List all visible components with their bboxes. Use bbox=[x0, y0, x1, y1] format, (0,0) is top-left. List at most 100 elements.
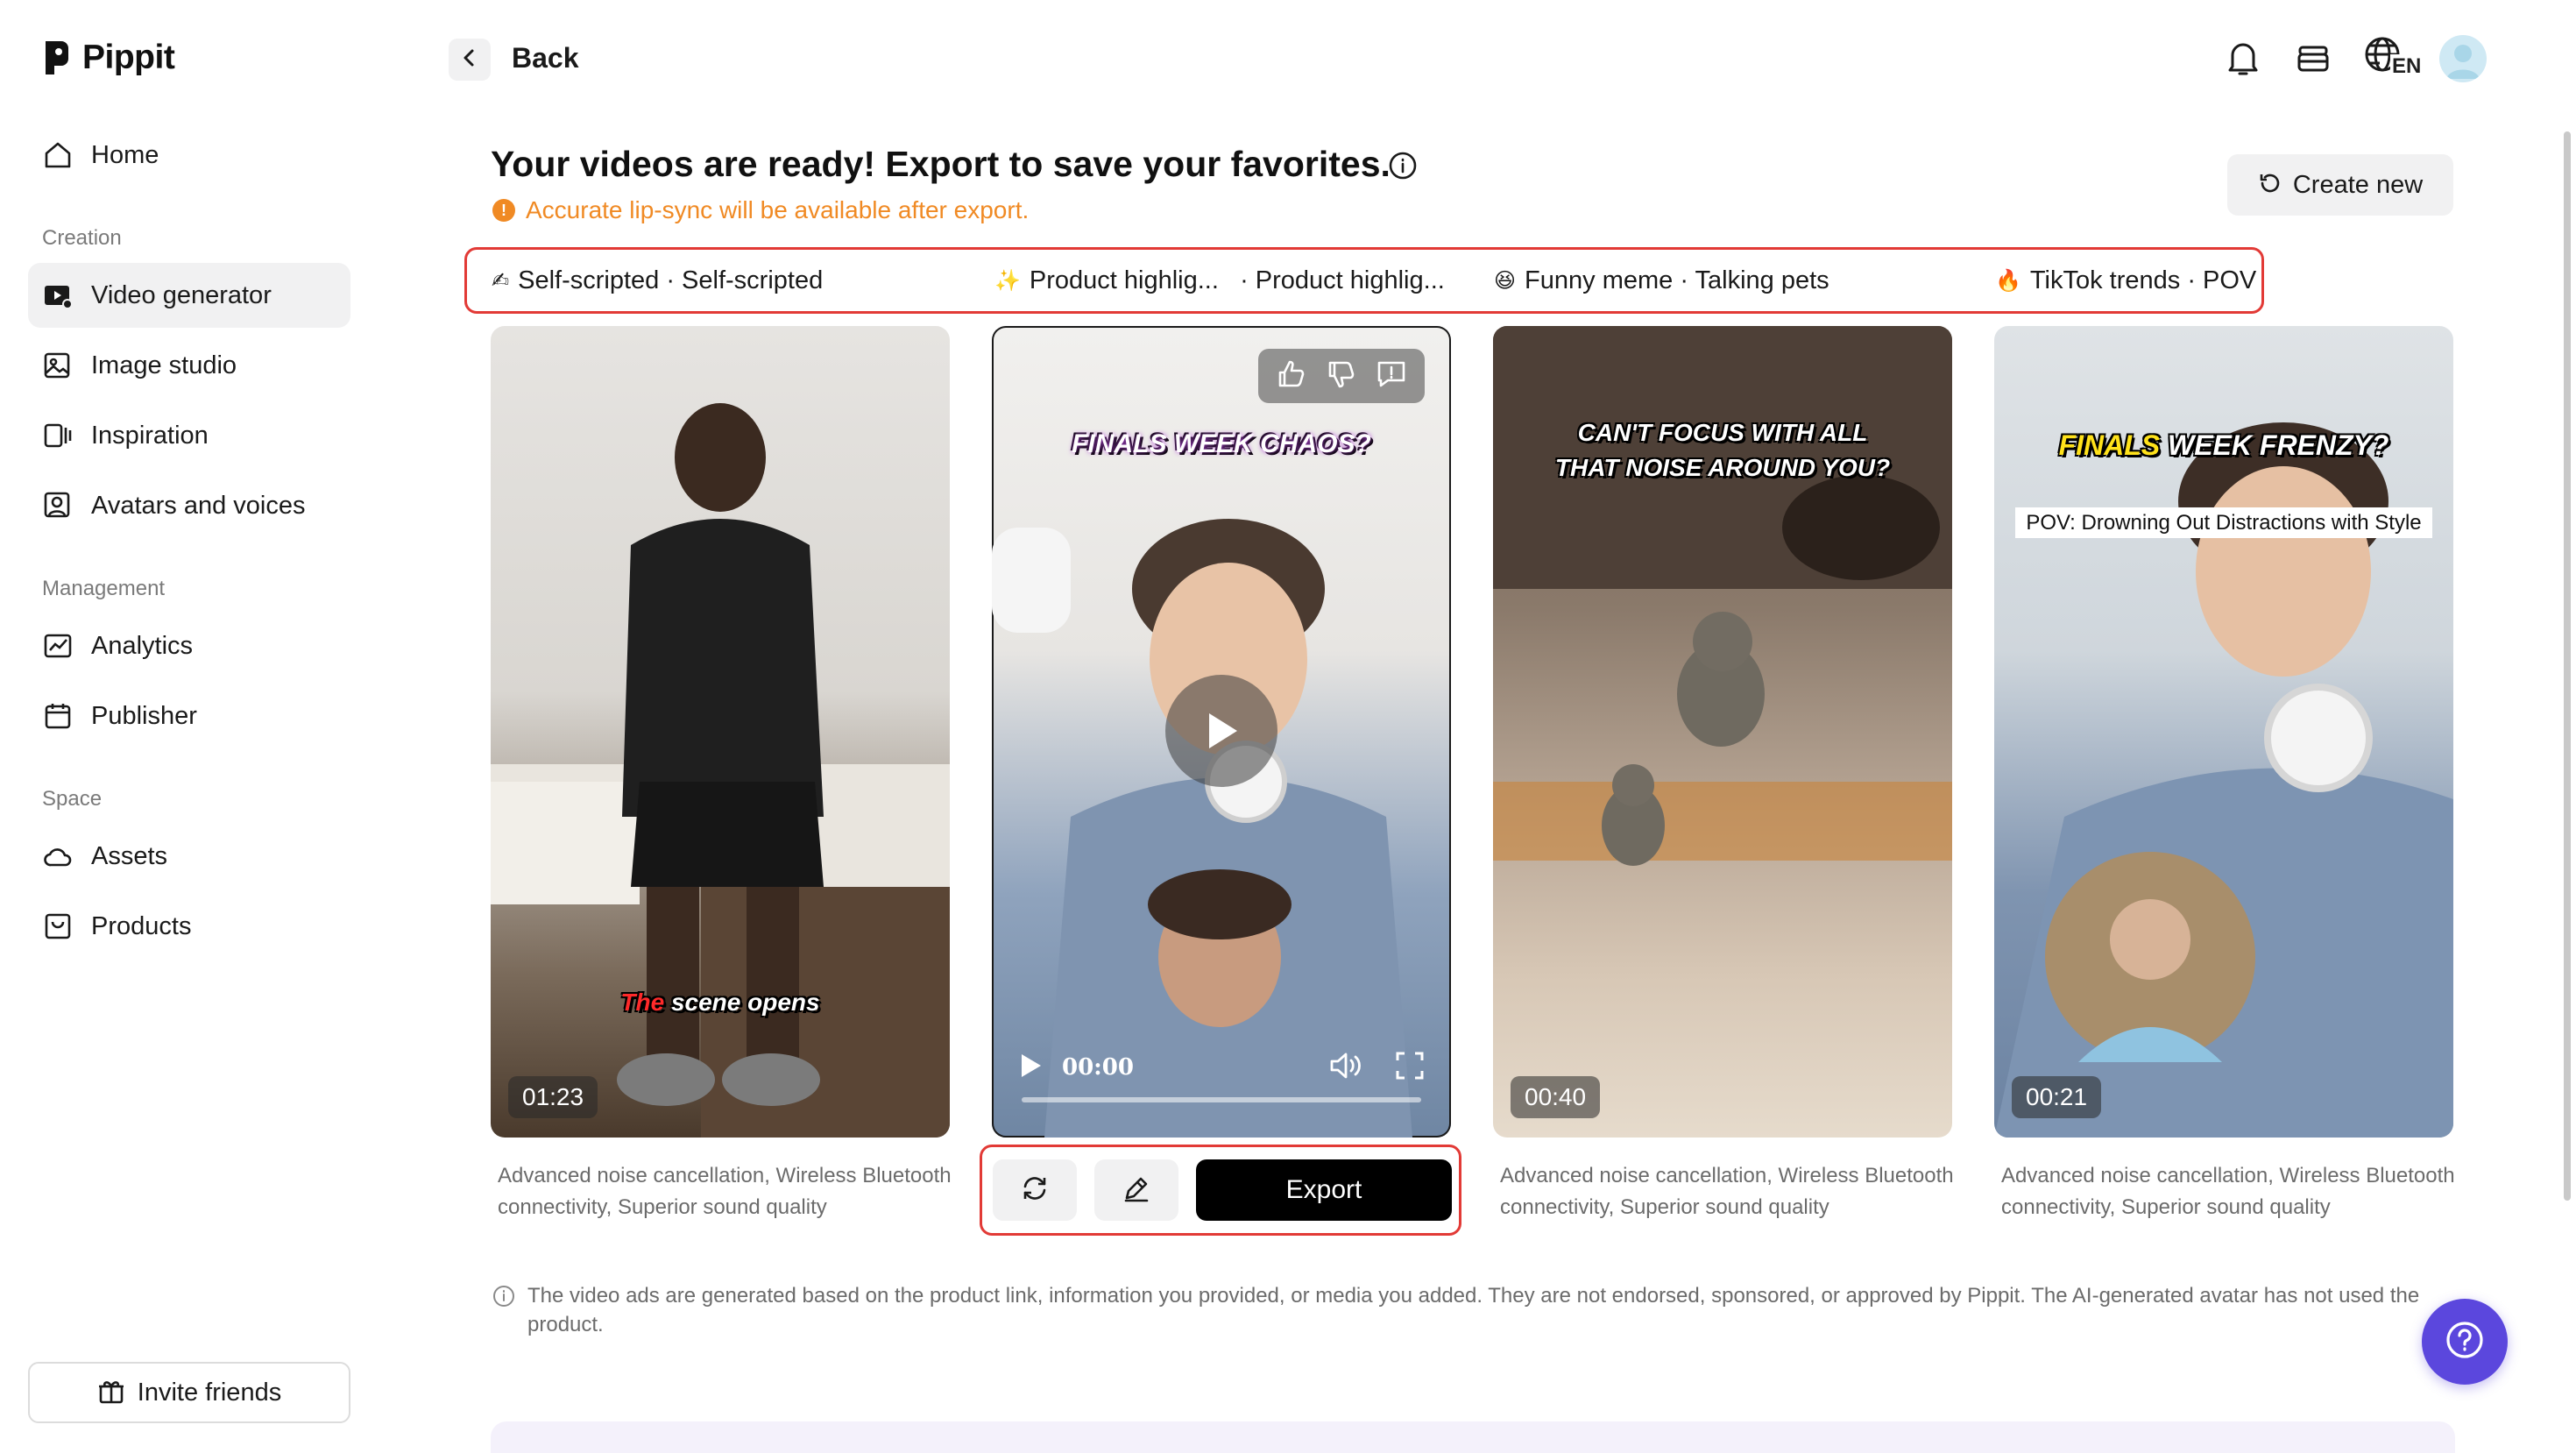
thumbs-down-icon[interactable] bbox=[1326, 358, 1357, 394]
tag-label: Self-scripted · Self-scripted bbox=[518, 266, 824, 294]
pov-subtitle: POV: Drowning Out Distractions with Styl… bbox=[2015, 507, 2432, 538]
info-icon bbox=[492, 1285, 515, 1339]
warning-icon: ! bbox=[492, 199, 515, 222]
video-caption: FINALS WEEK CHAOS? bbox=[1072, 429, 1371, 458]
video-card-3[interactable]: CAN'T FOCUS WITH ALL THAT NOISE AROUND Y… bbox=[1493, 326, 1952, 1138]
sidebar-item-label: Assets bbox=[91, 841, 168, 870]
gift-icon bbox=[97, 1377, 125, 1409]
sidebar-item-label: Inspiration bbox=[91, 421, 209, 450]
report-icon[interactable] bbox=[1376, 358, 1407, 394]
back-button[interactable] bbox=[449, 39, 491, 81]
sidebar-item-video-generator[interactable]: Video generator bbox=[28, 263, 350, 328]
app-name: Pippit bbox=[82, 39, 175, 76]
disclaimer-text: The video ads are generated based on the… bbox=[527, 1284, 2420, 1336]
video-duration: 00:40 bbox=[1511, 1076, 1601, 1118]
question-mark-icon bbox=[2445, 1320, 2485, 1364]
tag-label: Product highlig... · Product highlig... bbox=[1029, 266, 1445, 294]
info-icon[interactable] bbox=[1388, 151, 1418, 181]
help-button[interactable] bbox=[2422, 1299, 2508, 1385]
video-description: Advanced noise cancellation, Wireless Bl… bbox=[1500, 1164, 1954, 1219]
edit-button[interactable] bbox=[1094, 1159, 1178, 1221]
pencil-icon bbox=[1122, 1173, 1151, 1208]
sidebar-item-label: Home bbox=[91, 140, 159, 169]
sidebar-item-label: Video generator bbox=[91, 280, 272, 309]
sparkle-icon: ✨ bbox=[994, 268, 1021, 293]
image-studio-icon bbox=[42, 350, 74, 381]
inspiration-icon bbox=[42, 420, 74, 451]
create-new-button[interactable]: Create new bbox=[2227, 154, 2453, 216]
video-card-2[interactable]: FINALS WEEK CHAOS? 00:00 bbox=[992, 326, 1451, 1138]
fullscreen-icon[interactable] bbox=[1395, 1051, 1425, 1085]
video-description: Advanced noise cancellation, Wireless Bl… bbox=[2001, 1164, 2455, 1219]
tag-product-highlight[interactable]: ✨ Product highlig... · Product highlig..… bbox=[994, 250, 1445, 311]
lip-sync-notice: ! Accurate lip-sync will be available af… bbox=[492, 196, 1029, 224]
page-scrollbar[interactable] bbox=[2564, 131, 2571, 1201]
sidebar-item-publisher[interactable]: Publisher bbox=[28, 684, 350, 748]
product-icon bbox=[42, 911, 74, 942]
writing-hand-icon: ✍ bbox=[492, 268, 510, 293]
volume-icon[interactable] bbox=[1328, 1051, 1363, 1085]
video-actions: Export bbox=[980, 1145, 1461, 1236]
video-description: Advanced noise cancellation, Wireless Bl… bbox=[498, 1164, 952, 1219]
sidebar-item-avatars-voices[interactable]: Avatars and voices bbox=[28, 473, 350, 538]
thumbs-up-icon[interactable] bbox=[1276, 358, 1307, 394]
video-caption: The scene opens bbox=[491, 989, 950, 1017]
sidebar-item-assets[interactable]: Assets bbox=[28, 824, 350, 889]
feedback-toolbar bbox=[1258, 349, 1425, 403]
video-progress-bar[interactable] bbox=[1022, 1097, 1421, 1102]
calendar-icon bbox=[42, 700, 74, 732]
play-icon[interactable] bbox=[1018, 1053, 1043, 1083]
tag-funny-meme[interactable]: 😆 Funny meme · Talking pets bbox=[1494, 250, 1829, 311]
regenerate-icon bbox=[1020, 1173, 1050, 1208]
video-style-tags: ✍ Self-scripted · Self-scripted ✨ Produc… bbox=[464, 247, 2264, 314]
pippit-logo[interactable]: Pippit bbox=[42, 37, 175, 79]
sidebar-item-inspiration[interactable]: Inspiration bbox=[28, 403, 350, 468]
video-caption: CAN'T FOCUS WITH ALL THAT NOISE AROUND Y… bbox=[1554, 419, 1891, 481]
language-globe-icon[interactable]: EN bbox=[2360, 35, 2424, 81]
sidebar-item-label: Publisher bbox=[91, 701, 197, 730]
video-duration: 01:23 bbox=[508, 1076, 598, 1118]
current-time: 00:00 bbox=[1062, 1054, 1134, 1081]
notice-text: Accurate lip-sync will be available afte… bbox=[526, 196, 1030, 223]
tag-label: Funny meme · Talking pets bbox=[1525, 266, 1829, 294]
create-new-label: Create new bbox=[2292, 170, 2424, 199]
section-title-space: Space bbox=[42, 787, 103, 811]
caption-text: scene opens bbox=[664, 989, 820, 1016]
page-title: Your videos are ready! Export to save yo… bbox=[491, 144, 1391, 184]
avatar-icon bbox=[42, 490, 74, 521]
fire-icon: 🔥 bbox=[1995, 268, 2021, 293]
caption-text: WEEK FRENZY? bbox=[2160, 429, 2389, 461]
home-icon bbox=[42, 139, 74, 171]
notification-bell-icon[interactable] bbox=[2220, 35, 2266, 81]
video-generator-icon bbox=[42, 280, 74, 311]
language-code: EN bbox=[2390, 54, 2424, 79]
caption-highlight: FINALS bbox=[2058, 429, 2161, 461]
section-title-creation: Creation bbox=[42, 226, 122, 250]
bottom-panel bbox=[491, 1421, 2455, 1453]
tag-self-scripted[interactable]: ✍ Self-scripted · Self-scripted bbox=[492, 250, 823, 311]
regenerate-button[interactable] bbox=[993, 1159, 1077, 1221]
tag-tiktok-trends[interactable]: 🔥 TikTok trends · POV bbox=[1995, 250, 2256, 311]
user-avatar[interactable] bbox=[2439, 35, 2487, 82]
laughing-face-icon: 😆 bbox=[1494, 268, 1517, 293]
video-caption: FINALS WEEK FRENZY? bbox=[1994, 429, 2453, 462]
sidebar-item-label: Image studio bbox=[91, 351, 237, 379]
invite-friends-label: Invite friends bbox=[137, 1378, 282, 1407]
sidebar-item-products[interactable]: Products bbox=[28, 894, 350, 959]
sidebar-item-label: Products bbox=[91, 911, 192, 940]
sidebar-item-analytics[interactable]: Analytics bbox=[28, 613, 350, 678]
video-duration: 00:21 bbox=[2012, 1076, 2102, 1118]
pippit-logo-icon bbox=[42, 39, 70, 76]
refresh-icon bbox=[2258, 171, 2282, 200]
video-card-4[interactable]: FINALS WEEK FRENZY? POV: Drowning Out Di… bbox=[1994, 326, 2453, 1138]
subtitle-text: POV: Drowning Out Distractions with Styl… bbox=[2015, 507, 2432, 538]
credits-icon[interactable] bbox=[2290, 35, 2336, 81]
video-card-1[interactable]: The scene opens 01:23 bbox=[491, 326, 950, 1138]
play-button[interactable] bbox=[1165, 675, 1277, 787]
caption-highlight: The bbox=[620, 989, 665, 1016]
back-label[interactable]: Back bbox=[512, 42, 579, 74]
sidebar-item-home[interactable]: Home bbox=[28, 123, 350, 188]
export-button[interactable]: Export bbox=[1196, 1159, 1452, 1221]
invite-friends-button[interactable]: Invite friends bbox=[28, 1362, 350, 1423]
sidebar-item-image-studio[interactable]: Image studio bbox=[28, 333, 350, 398]
